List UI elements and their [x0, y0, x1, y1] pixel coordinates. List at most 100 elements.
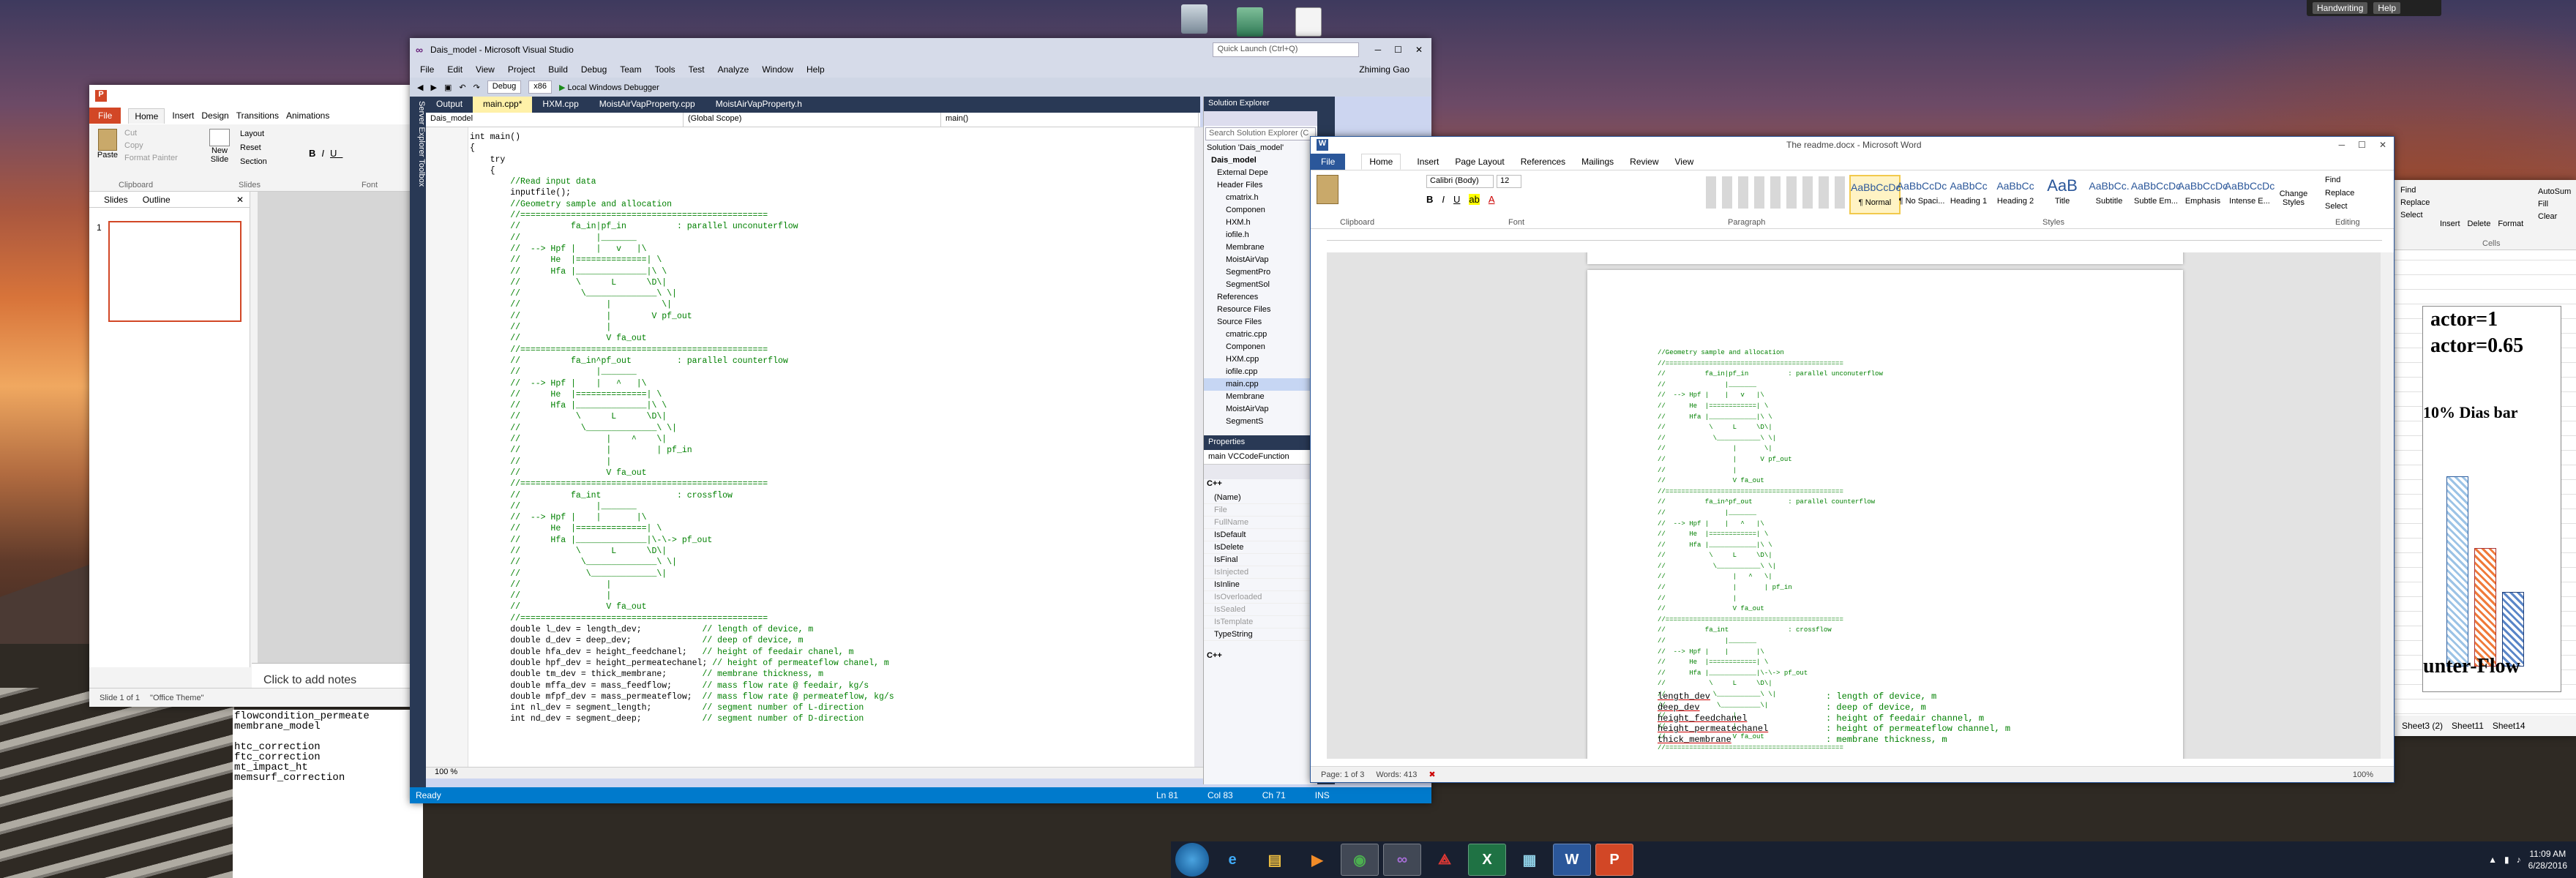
vs-user-name[interactable]: Zhiming Gao: [1359, 64, 1431, 75]
code-line[interactable]: // --> Hpf | | v |\: [470, 244, 894, 255]
solution-tree-item[interactable]: Resource Files: [1204, 304, 1317, 316]
word-tab-insert[interactable]: Insert: [1417, 157, 1439, 167]
select-button[interactable]: Select: [2325, 200, 2354, 213]
vs-menu-edit[interactable]: Edit: [447, 64, 463, 75]
property-row[interactable]: IsFinal: [1204, 554, 1317, 566]
ppt-tab-animations[interactable]: Animations: [286, 110, 329, 121]
network-icon[interactable]: ▮: [2504, 855, 2509, 865]
solution-tree-item[interactable]: External Depe: [1204, 167, 1317, 179]
ppt-reset-button[interactable]: Reset: [240, 141, 267, 155]
font-size-dropdown[interactable]: 12: [1497, 175, 1521, 188]
excel-delete-button[interactable]: Delete: [2468, 220, 2491, 228]
solution-tree-item[interactable]: Solution 'Dais_model': [1204, 142, 1317, 154]
font-color-icon[interactable]: A: [1489, 194, 1495, 205]
code-line[interactable]: double l_dev = length_dev; // length of …: [470, 624, 894, 635]
property-row[interactable]: IsInline: [1204, 579, 1317, 591]
taskbar-media-icon[interactable]: ▶: [1298, 844, 1336, 876]
document-line[interactable]: // He |============| \: [1658, 657, 1883, 668]
code-line[interactable]: // | ^ \|: [470, 434, 894, 445]
document-line[interactable]: // Hfa |____________|\ \: [1658, 412, 1883, 423]
highlight-icon[interactable]: ab: [1469, 194, 1480, 205]
forward-icon[interactable]: ▶: [430, 83, 436, 92]
code-line[interactable]: double mfpf_dev = mass_permeateflow; // …: [470, 691, 894, 702]
code-line[interactable]: //======================================…: [470, 345, 894, 356]
vs-menu-window[interactable]: Window: [762, 64, 793, 75]
bold-icon[interactable]: B: [1426, 194, 1433, 205]
close-icon[interactable]: ✕: [1415, 45, 1423, 55]
property-row[interactable]: IsInjected: [1204, 566, 1317, 579]
code-line[interactable]: // |_______: [470, 233, 894, 244]
document-line[interactable]: // |_______: [1658, 508, 1883, 519]
code-line[interactable]: //======================================…: [470, 479, 894, 489]
code-line[interactable]: // |: [470, 590, 894, 601]
solution-tree-item[interactable]: Source Files: [1204, 316, 1317, 329]
ppt-copy-button[interactable]: Copy: [124, 140, 178, 152]
style-emphasis[interactable]: AaBbCcDc Emphasis: [2177, 175, 2228, 214]
code-line[interactable]: int nd_dev = segment_deep; // segment nu…: [470, 713, 894, 724]
tab-output[interactable]: Output: [426, 97, 473, 113]
change-styles-button[interactable]: Change Styles: [2275, 190, 2312, 207]
code-text[interactable]: int main(){ try { //Read input data inpu…: [470, 132, 894, 725]
vs-menu-team[interactable]: Team: [620, 64, 641, 75]
code-line[interactable]: int main(): [470, 132, 894, 143]
ppt-tab-home[interactable]: Home: [128, 108, 165, 124]
document-line[interactable]: // \ L \D\|: [1658, 422, 1883, 433]
ppt-layout-button[interactable]: Layout: [240, 127, 267, 141]
solution-config-dropdown[interactable]: Debug: [487, 80, 522, 94]
document-line[interactable]: // |_______: [1658, 636, 1883, 647]
word-tab-review[interactable]: Review: [1630, 157, 1658, 167]
style-subtitle[interactable]: AaBbCc. Subtitle: [2083, 175, 2135, 214]
code-line[interactable]: // | | pf_in: [470, 445, 894, 456]
document-line[interactable]: //======================================…: [1658, 359, 1883, 369]
document-area[interactable]: //Geometry sample and allocation//======…: [1327, 252, 2382, 759]
ppt-section-button[interactable]: Section: [240, 155, 267, 169]
excel-insert-button[interactable]: Insert: [2440, 220, 2460, 228]
system-clock[interactable]: 11:09 AM 6/28/2016: [2528, 848, 2567, 871]
ppt-cut-button[interactable]: Cut: [124, 127, 178, 140]
code-line[interactable]: // \______________\ \|: [470, 288, 894, 299]
word-zoom-level[interactable]: 100%: [2353, 770, 2394, 779]
excel-clear-button[interactable]: Clear: [2538, 211, 2571, 223]
code-line[interactable]: // --> Hpf | | ^ |\: [470, 378, 894, 389]
code-line[interactable]: // \______________\ \|: [470, 423, 894, 434]
style-normal[interactable]: AaBbCcDc ¶ Normal: [1849, 175, 1901, 214]
ppt-tab-design[interactable]: Design: [201, 110, 228, 121]
sheet-tab[interactable]: Sheet11: [2452, 721, 2484, 731]
code-line[interactable]: // He |==============| \: [470, 255, 894, 266]
code-line[interactable]: double hfa_dev = height_feedchanel; // h…: [470, 647, 894, 658]
recycle-bin-icon[interactable]: [1181, 4, 1208, 34]
code-line[interactable]: // He |==============| \: [470, 523, 894, 534]
property-row[interactable]: IsOverloaded: [1204, 591, 1317, 604]
solution-tree-item[interactable]: iofile.cpp: [1204, 366, 1317, 378]
code-line[interactable]: // |: [470, 322, 894, 333]
solution-tree-item[interactable]: Dais_model: [1204, 154, 1317, 167]
document-line[interactable]: // \___________\ \|: [1658, 561, 1883, 572]
italic-icon[interactable]: I: [321, 148, 330, 159]
document-line[interactable]: // \ L \D\|: [1658, 550, 1883, 561]
code-line[interactable]: double hpf_dev = height_permeatechanel; …: [470, 658, 894, 669]
vs-menu-build[interactable]: Build: [548, 64, 568, 75]
save-icon[interactable]: ▣: [444, 83, 452, 92]
code-line[interactable]: {: [470, 143, 894, 154]
solution-tree-item[interactable]: SegmentS: [1204, 416, 1317, 428]
taskbar-visual-studio-icon[interactable]: ∞: [1383, 844, 1421, 876]
ppt-panel-tab-slides[interactable]: Slides: [104, 195, 128, 205]
code-line[interactable]: // \_____________\|: [470, 569, 894, 579]
code-line[interactable]: try: [470, 154, 894, 165]
word-tab-references[interactable]: References: [1521, 157, 1565, 167]
word-tab-home[interactable]: Home: [1361, 154, 1401, 170]
sheet-tab[interactable]: Sheet3 (2): [2402, 721, 2443, 731]
start-debug-button[interactable]: ▶ Local Windows Debugger: [559, 83, 659, 92]
ppt-format-painter-button[interactable]: Format Painter: [124, 152, 178, 165]
word-vertical-scrollbar[interactable]: [2381, 252, 2394, 759]
excel-fill-button[interactable]: Fill: [2538, 198, 2571, 211]
document-line[interactable]: // fa_in|pf_in : parallel unconuterflow: [1658, 369, 1883, 380]
solution-tree-item[interactable]: main.cpp: [1204, 378, 1317, 391]
excel-embedded-chart[interactable]: actor=1 actor=0.65 10% Dias bar unter-Fl…: [2422, 306, 2561, 692]
code-line[interactable]: // fa_int : crossflow: [470, 490, 894, 501]
code-line[interactable]: // --> Hpf | | |\: [470, 512, 894, 523]
excel-format-button[interactable]: Format: [2498, 220, 2523, 228]
desktop-document-icon[interactable]: [1295, 7, 1322, 37]
solution-tree-item[interactable]: MoistAirVap: [1204, 403, 1317, 416]
document-line[interactable]: // Hfa |____________|\ \: [1658, 540, 1883, 551]
